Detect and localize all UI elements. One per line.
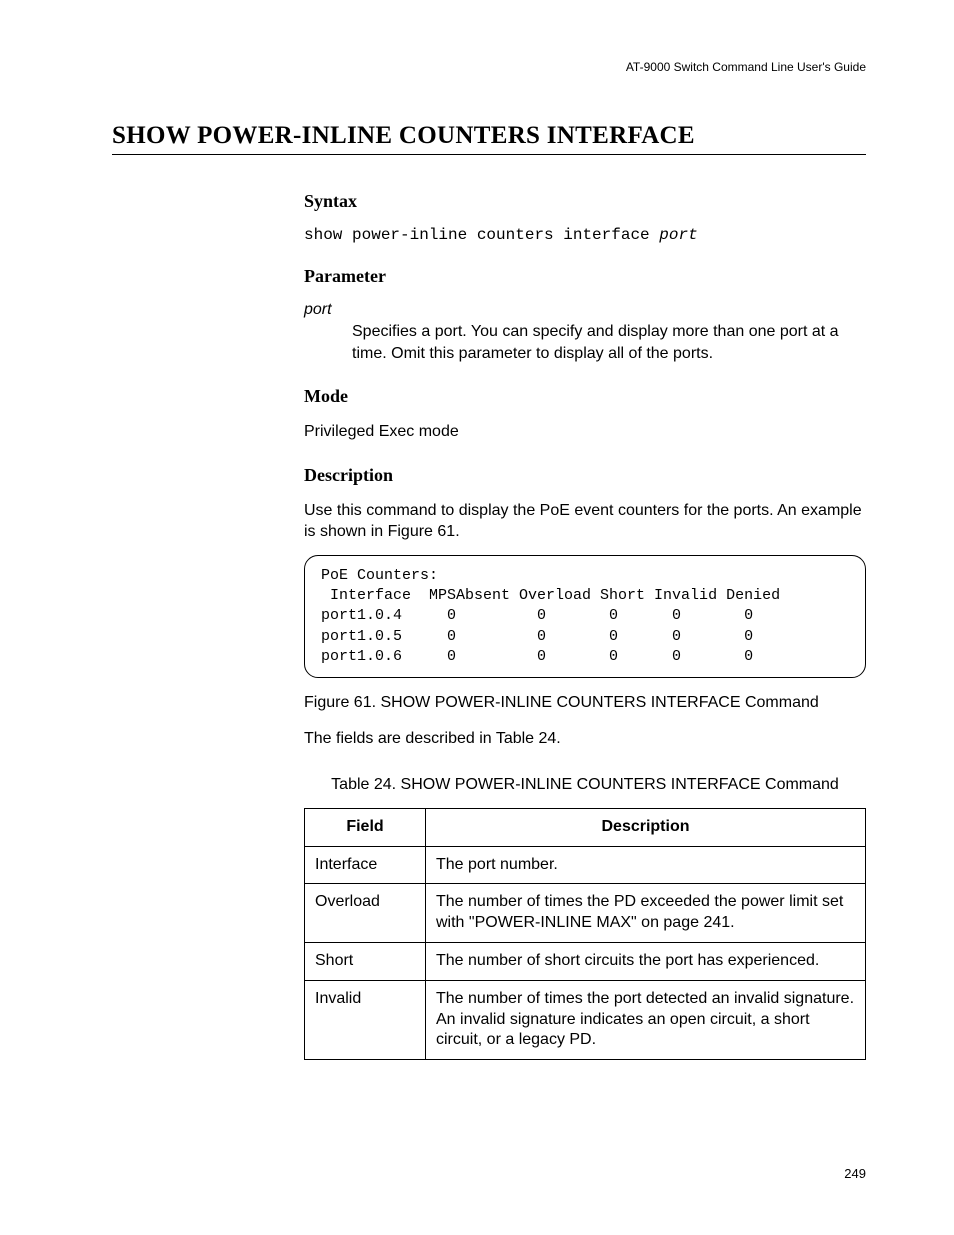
output-header: Interface MPSAbsent Overload Short Inval… xyxy=(321,587,780,604)
running-header: AT-9000 Switch Command Line User's Guide xyxy=(112,60,866,74)
description-heading: Description xyxy=(304,465,866,486)
figure-caption: Figure 61. SHOW POWER-INLINE COUNTERS IN… xyxy=(304,694,866,712)
td-desc: The number of times the port detected an… xyxy=(426,980,866,1059)
table-row: Interface The port number. xyxy=(305,846,866,884)
output-row: port1.0.5 0 0 0 0 0 xyxy=(321,628,753,645)
td-desc: The number of times the PD exceeded the … xyxy=(426,884,866,943)
output-title: PoE Counters: xyxy=(321,567,438,584)
td-desc: The port number. xyxy=(426,846,866,884)
description-intro: Use this command to display the PoE even… xyxy=(304,500,866,543)
table-row: Short The number of short circuits the p… xyxy=(305,943,866,981)
param-name: port xyxy=(304,301,866,319)
page-title: SHOW POWER-INLINE COUNTERS INTERFACE xyxy=(112,122,866,150)
table-header-row: Field Description xyxy=(305,808,866,846)
output-row: port1.0.4 0 0 0 0 0 xyxy=(321,607,753,624)
output-box: PoE Counters: Interface MPSAbsent Overlo… xyxy=(304,555,866,678)
output-row: port1.0.6 0 0 0 0 0 xyxy=(321,648,753,665)
th-desc: Description xyxy=(426,808,866,846)
td-field: Invalid xyxy=(305,980,426,1059)
table-row: Overload The number of times the PD exce… xyxy=(305,884,866,943)
td-field: Short xyxy=(305,943,426,981)
mode-heading: Mode xyxy=(304,386,866,407)
title-rule xyxy=(112,154,866,155)
syntax-command-text: show power-inline counters interface xyxy=(304,226,659,244)
table-row: Invalid The number of times the port det… xyxy=(305,980,866,1059)
content-area: Syntax show power-inline counters interf… xyxy=(304,191,866,1060)
page-number: 249 xyxy=(844,1166,866,1181)
td-field: Overload xyxy=(305,884,426,943)
td-desc: The number of short circuits the port ha… xyxy=(426,943,866,981)
mode-text: Privileged Exec mode xyxy=(304,421,866,443)
syntax-heading: Syntax xyxy=(304,191,866,212)
th-field: Field xyxy=(305,808,426,846)
table-caption: Table 24. SHOW POWER-INLINE COUNTERS INT… xyxy=(304,776,866,794)
after-figure-text: The fields are described in Table 24. xyxy=(304,728,866,750)
syntax-arg: port xyxy=(659,226,697,244)
field-table: Field Description Interface The port num… xyxy=(304,808,866,1060)
td-field: Interface xyxy=(305,846,426,884)
param-desc: Specifies a port. You can specify and di… xyxy=(352,321,866,364)
syntax-command: show power-inline counters interface por… xyxy=(304,226,866,244)
parameter-heading: Parameter xyxy=(304,266,866,287)
